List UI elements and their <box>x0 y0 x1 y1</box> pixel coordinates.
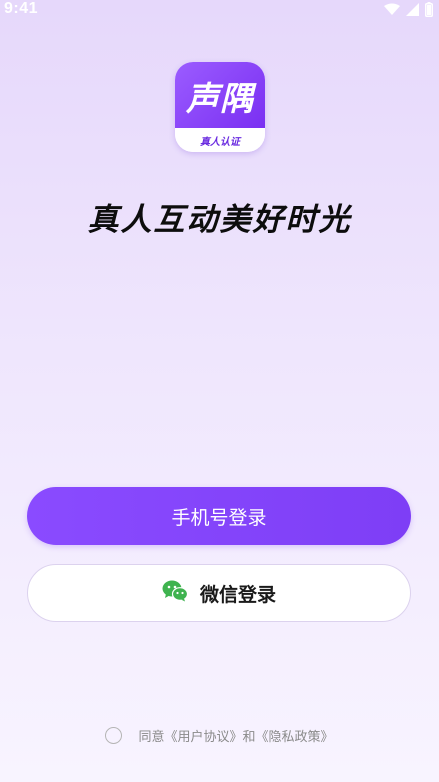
status-icons <box>384 2 433 17</box>
logo-top: 声隅 <box>175 62 265 128</box>
app-logo: 声隅 真人认证 <box>175 62 265 152</box>
logo-sub-text: 真人认证 <box>200 136 240 148</box>
battery-icon <box>425 2 433 17</box>
logo-bottom: 真人认证 <box>175 128 265 152</box>
wechat-icon <box>162 580 189 607</box>
user-agreement-link[interactable]: 《用户协议》 <box>164 726 242 745</box>
logo-main-text: 声隅 <box>186 79 254 118</box>
phone-login-label: 手机号登录 <box>171 506 267 529</box>
slogan: 真人互动美好时光 <box>87 202 352 238</box>
signal-icon <box>406 3 419 16</box>
wechat-login-label: 微信登录 <box>199 583 276 606</box>
wifi-icon <box>384 3 400 16</box>
wechat-login-button[interactable]: 微信登录 <box>27 564 411 622</box>
agree-prefix: 同意 <box>138 730 165 745</box>
agree-conjunction: 和 <box>242 730 256 745</box>
phone-login-button[interactable]: 手机号登录 <box>27 487 411 545</box>
agreement-row: 同意 《用户协议》 和 《隐私政策》 <box>0 726 439 745</box>
status-bar: 9:41 <box>0 0 439 20</box>
privacy-policy-link[interactable]: 《隐私政策》 <box>256 726 334 745</box>
agree-checkbox[interactable] <box>105 727 123 744</box>
status-time: 9:41 <box>4 0 39 17</box>
